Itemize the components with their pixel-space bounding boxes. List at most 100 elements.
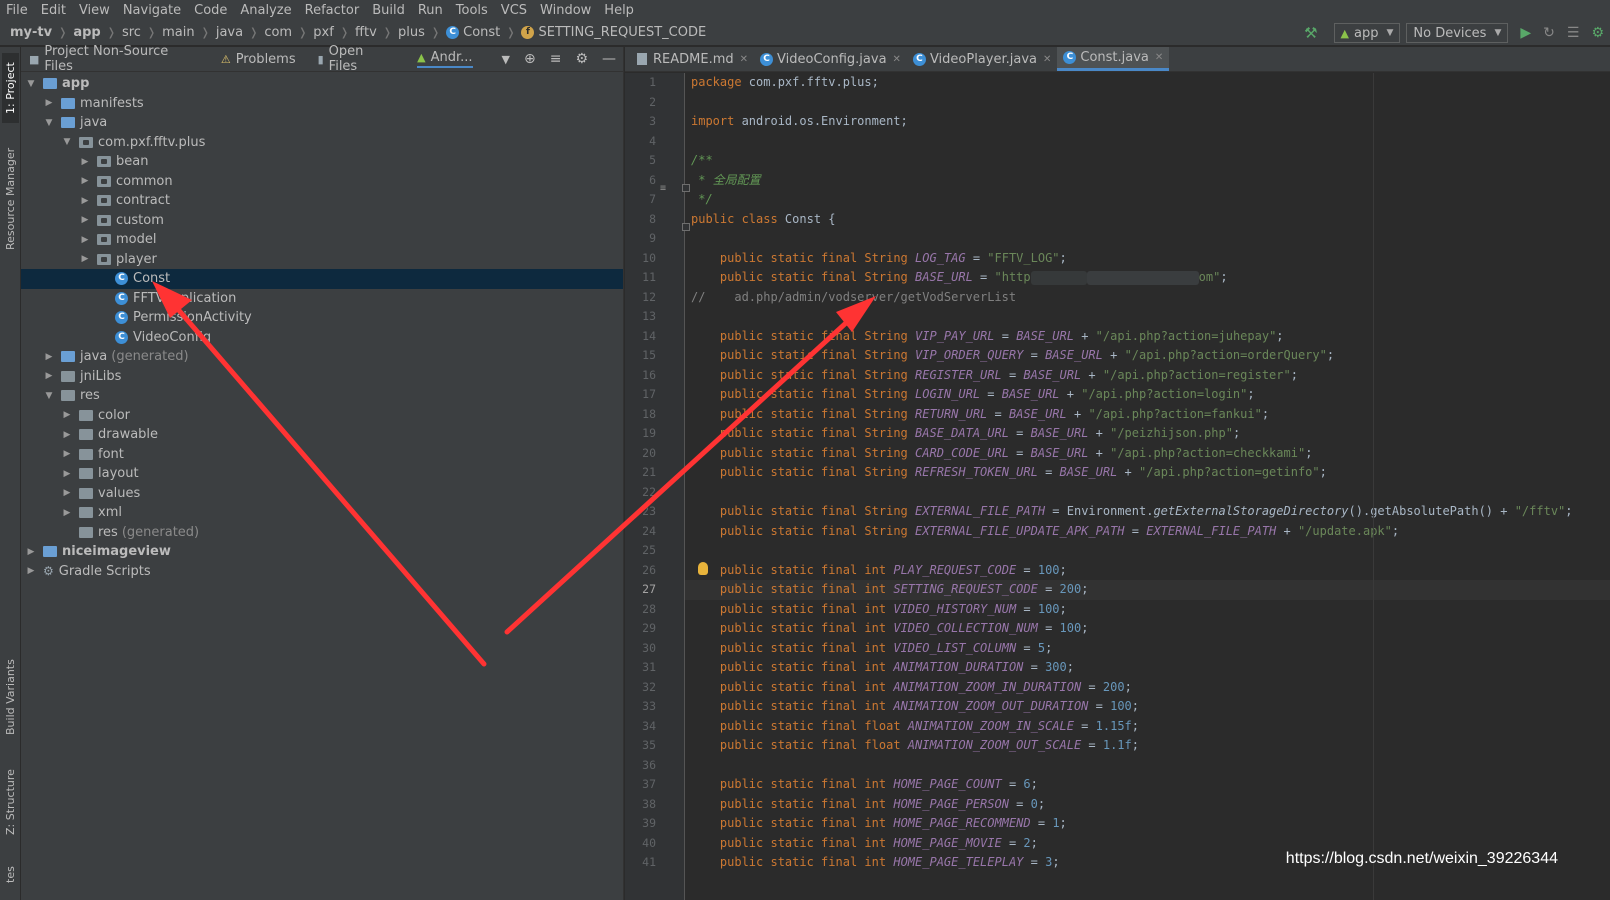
expanded-arrow-icon[interactable]: ▼ bbox=[61, 137, 73, 147]
editor-tab-readme-md[interactable]: README.md ✕ bbox=[631, 47, 754, 71]
breadcrumb-item[interactable]: plus ❭ bbox=[398, 25, 446, 40]
tree-item-manifests[interactable]: ▶ manifests bbox=[21, 94, 623, 114]
structure-tab[interactable]: Z: Structure bbox=[2, 762, 19, 842]
tree-item-com-pxf-fftv-plus[interactable]: ▼ com.pxf.fftv.plus bbox=[21, 133, 623, 153]
build-variants-tab[interactable]: Build Variants bbox=[2, 652, 19, 742]
collapsed-arrow-icon[interactable]: ▶ bbox=[61, 410, 73, 420]
editor-tab-videoconfig-java[interactable]: C VideoConfig.java ✕ bbox=[754, 47, 907, 71]
collapsed-arrow-icon[interactable]: ▶ bbox=[43, 98, 55, 108]
menu-build[interactable]: Build bbox=[372, 3, 405, 18]
collapse-all-icon[interactable]: ≡ bbox=[550, 51, 562, 67]
menu-file[interactable]: File bbox=[6, 3, 28, 18]
expanded-arrow-icon[interactable]: ▼ bbox=[43, 391, 55, 401]
collapsed-arrow-icon[interactable]: ▶ bbox=[25, 547, 37, 557]
tree-item-res[interactable]: res (generated) bbox=[21, 523, 623, 543]
collapsed-arrow-icon[interactable]: ▶ bbox=[79, 235, 91, 245]
menu-help[interactable]: Help bbox=[604, 3, 634, 18]
menu-vcs[interactable]: VCS bbox=[501, 3, 527, 18]
breadcrumb-item[interactable]: com ❭ bbox=[264, 25, 313, 40]
menu-tools[interactable]: Tools bbox=[456, 3, 488, 18]
breadcrumb-item[interactable]: main ❭ bbox=[162, 25, 216, 40]
close-icon[interactable]: ✕ bbox=[1155, 52, 1163, 63]
device-select[interactable]: No Devices ▼ bbox=[1406, 23, 1509, 43]
tree-item-java[interactable]: ▶ java (generated) bbox=[21, 347, 623, 367]
breadcrumb-item[interactable]: pxf ❭ bbox=[313, 25, 355, 40]
tree-item-permissionactivity[interactable]: C PermissionActivity bbox=[21, 308, 623, 328]
close-icon[interactable]: ✕ bbox=[893, 54, 901, 65]
breadcrumb-field[interactable]: f SETTING_REQUEST_CODE bbox=[521, 25, 706, 40]
tree-item-common[interactable]: ▶ common bbox=[21, 172, 623, 192]
tree-item-videoconfig[interactable]: C VideoConfig bbox=[21, 328, 623, 348]
tree-item-font[interactable]: ▶ font bbox=[21, 445, 623, 465]
tab-android[interactable]: ▲ Andr... bbox=[417, 50, 473, 68]
tree-item-fftvapplication[interactable]: C FFTVApplication bbox=[21, 289, 623, 309]
tree-item-gradle-scripts[interactable]: ▶ ⚙ Gradle Scripts bbox=[21, 562, 623, 582]
collapsed-arrow-icon[interactable]: ▶ bbox=[61, 469, 73, 479]
menu-run[interactable]: Run bbox=[418, 3, 443, 18]
tree-item-xml[interactable]: ▶ xml bbox=[21, 503, 623, 523]
breadcrumb-item[interactable]: my-tv ❭ bbox=[10, 25, 73, 40]
collapsed-arrow-icon[interactable]: ▶ bbox=[79, 215, 91, 225]
tree-item-values[interactable]: ▶ values bbox=[21, 484, 623, 504]
tree-item-drawable[interactable]: ▶ drawable bbox=[21, 425, 623, 445]
editor-tab-videoplayer-java[interactable]: C VideoPlayer.java ✕ bbox=[907, 47, 1057, 71]
code-area[interactable]: 1 2 3 4 5 6 7 8 9 10 11 12 13 14 15 16 17 18 19 20 21 22 23 24 2… bbox=[625, 73, 1610, 900]
sync-icon[interactable]: ☰ bbox=[1567, 25, 1580, 41]
menu-view[interactable]: View bbox=[79, 3, 110, 18]
tree-item-color[interactable]: ▶ color bbox=[21, 406, 623, 426]
bug-icon[interactable]: ⚙ bbox=[1591, 25, 1604, 41]
doc-render-icon[interactable]: ≡ bbox=[660, 183, 666, 194]
close-icon[interactable]: ✕ bbox=[740, 54, 748, 65]
collapsed-arrow-icon[interactable]: ▶ bbox=[25, 566, 37, 576]
tree-item-res[interactable]: ▼ res bbox=[21, 386, 623, 406]
expanded-arrow-icon[interactable]: ▼ bbox=[25, 79, 37, 89]
locate-icon[interactable]: ⊕ bbox=[524, 51, 536, 67]
chevron-down-icon[interactable]: ▼ bbox=[502, 53, 510, 66]
build-hammer-icon[interactable]: ⚒ bbox=[1304, 24, 1317, 42]
tree-item-model[interactable]: ▶ model bbox=[21, 230, 623, 250]
tree-item-layout[interactable]: ▶ layout bbox=[21, 464, 623, 484]
tree-item-jnilibs[interactable]: ▶ jniLibs bbox=[21, 367, 623, 387]
run-icon[interactable]: ▶ bbox=[1520, 25, 1531, 41]
menu-code[interactable]: Code bbox=[194, 3, 227, 18]
collapsed-arrow-icon[interactable]: ▶ bbox=[79, 176, 91, 186]
breadcrumb-item[interactable]: fftv ❭ bbox=[355, 25, 398, 40]
collapsed-arrow-icon[interactable]: ▶ bbox=[61, 488, 73, 498]
tree-item-niceimageview[interactable]: ▶ niceimageview bbox=[21, 542, 623, 562]
close-icon[interactable]: ✕ bbox=[1043, 54, 1051, 65]
menu-navigate[interactable]: Navigate bbox=[123, 3, 181, 18]
collapsed-arrow-icon[interactable]: ▶ bbox=[79, 254, 91, 264]
tree-item-custom[interactable]: ▶ custom bbox=[21, 211, 623, 231]
tree-item-bean[interactable]: ▶ bean bbox=[21, 152, 623, 172]
collapsed-arrow-icon[interactable]: ▶ bbox=[79, 196, 91, 206]
tab-problems[interactable]: ⚠ Problems bbox=[221, 52, 296, 67]
tab-open-files[interactable]: ▮ Open Files bbox=[318, 44, 395, 74]
collapsed-arrow-icon[interactable]: ▶ bbox=[61, 430, 73, 440]
collapsed-arrow-icon[interactable]: ▶ bbox=[43, 371, 55, 381]
menu-edit[interactable]: Edit bbox=[41, 3, 66, 18]
run-config-select[interactable]: ▲ app ▼ bbox=[1333, 23, 1401, 43]
tree-item-player[interactable]: ▶ player bbox=[21, 250, 623, 270]
expanded-arrow-icon[interactable]: ▼ bbox=[43, 118, 55, 128]
collapsed-arrow-icon[interactable]: ▶ bbox=[43, 352, 55, 362]
breadcrumb-item[interactable]: java ❭ bbox=[216, 25, 264, 40]
tree-item-contract[interactable]: ▶ contract bbox=[21, 191, 623, 211]
project-tool-tab[interactable]: 1: Project bbox=[2, 53, 19, 123]
tree-item-const[interactable]: C Const bbox=[21, 269, 623, 289]
breadcrumb-item[interactable]: src ❭ bbox=[122, 25, 162, 40]
menu-window[interactable]: Window bbox=[540, 3, 591, 18]
editor-tab-const-java[interactable]: C Const.java ✕ bbox=[1057, 47, 1170, 71]
collapsed-arrow-icon[interactable]: ▶ bbox=[79, 157, 91, 167]
menu-refactor[interactable]: Refactor bbox=[305, 3, 360, 18]
tree-item-java[interactable]: ▼ java bbox=[21, 113, 623, 133]
minimize-icon[interactable]: — bbox=[602, 51, 616, 67]
tree-item-app[interactable]: ▼ app bbox=[21, 74, 623, 94]
breadcrumb-item[interactable]: app ❭ bbox=[73, 25, 122, 40]
gear-icon[interactable]: ⚙ bbox=[575, 51, 588, 67]
favorites-tab[interactable]: tes bbox=[2, 860, 19, 890]
apply-changes-icon[interactable]: ↻ bbox=[1543, 25, 1555, 41]
tab-project-non-source-files[interactable]: ■ Project Non-Source Files bbox=[29, 44, 199, 74]
breadcrumb-class[interactable]: C Const ❭ bbox=[446, 25, 521, 40]
menu-analyze[interactable]: Analyze bbox=[240, 3, 291, 18]
collapsed-arrow-icon[interactable]: ▶ bbox=[61, 508, 73, 518]
